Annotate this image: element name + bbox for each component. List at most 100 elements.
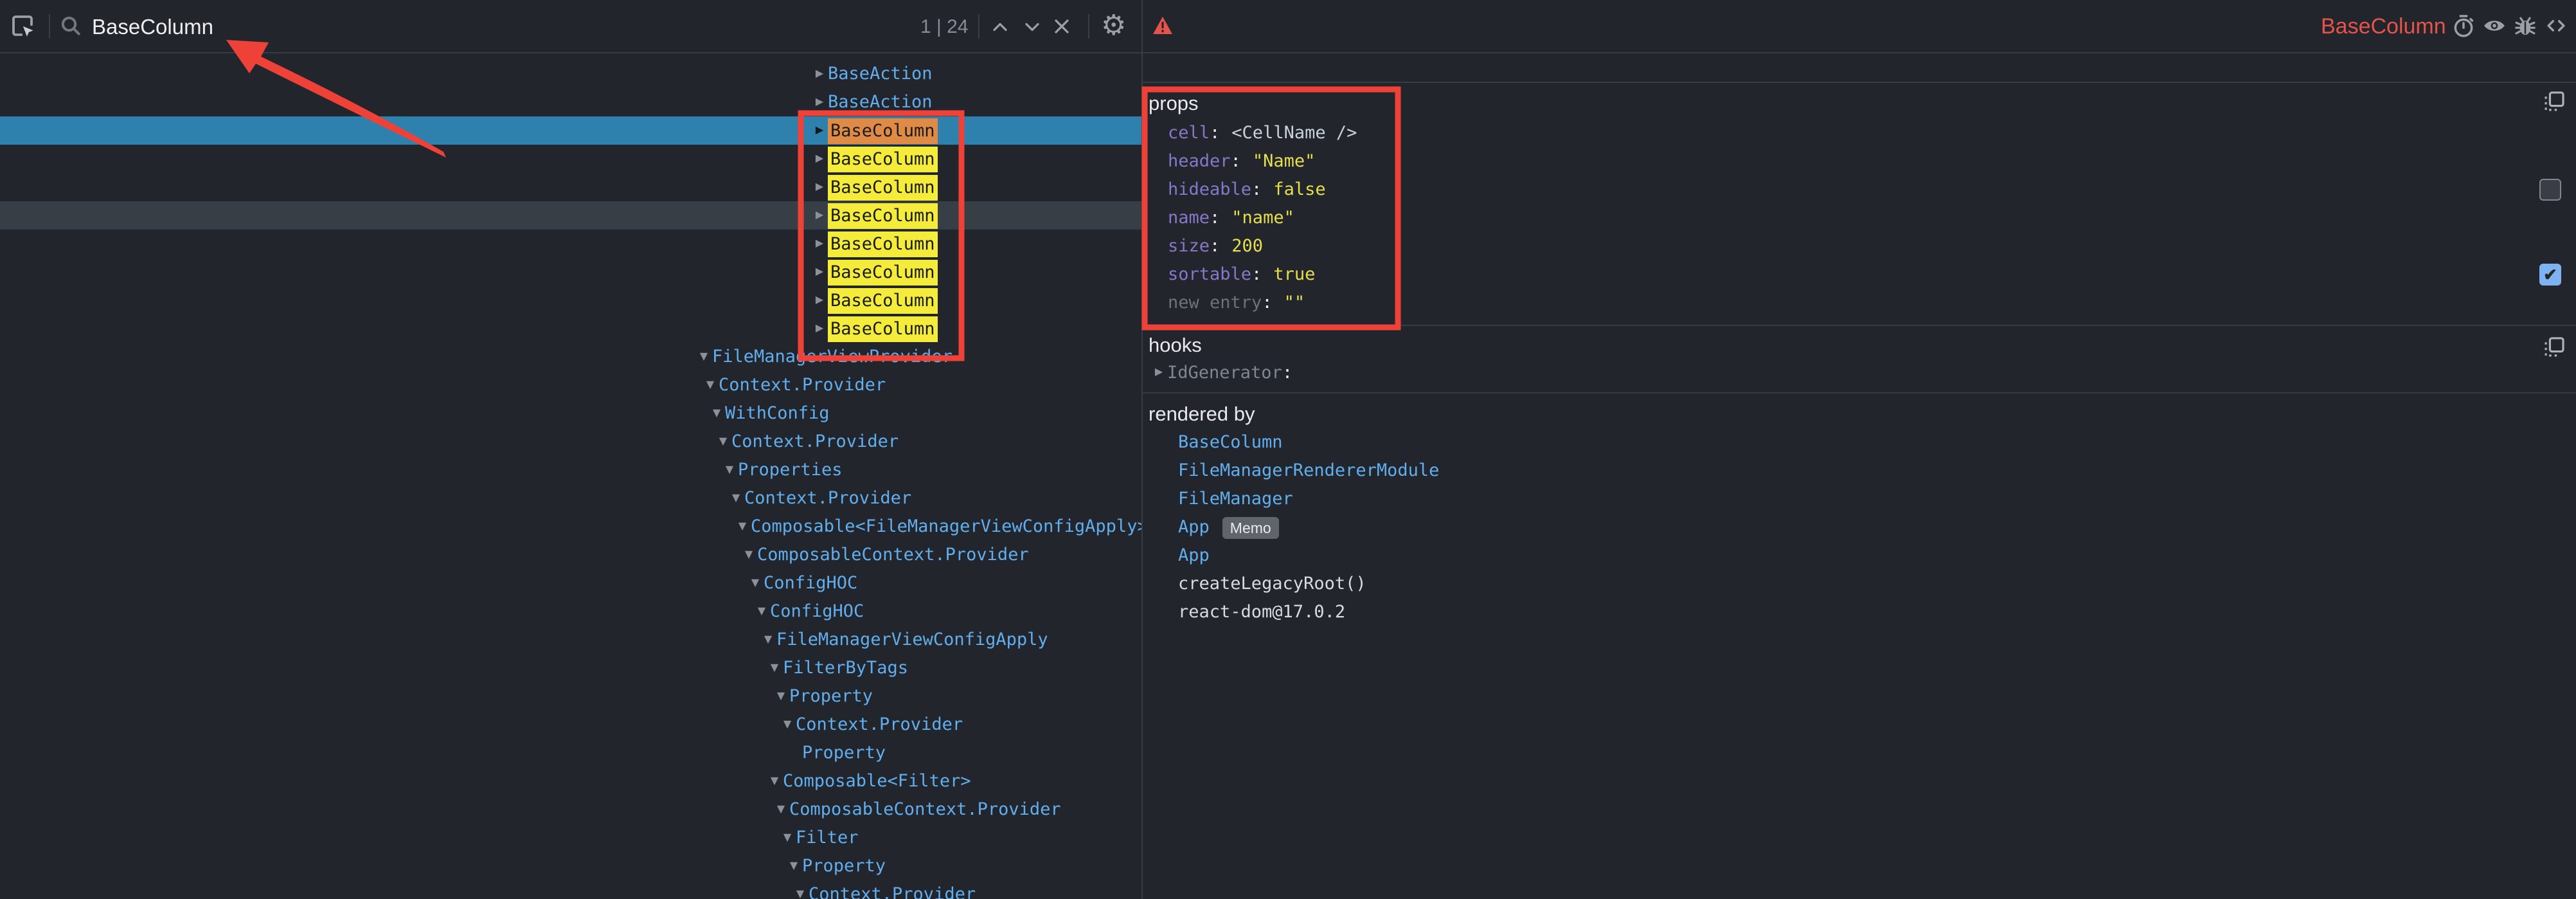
owner-link[interactable]: FileManager	[1178, 485, 1293, 513]
tree-row[interactable]: ▼Composable<Filter>	[0, 767, 1141, 795]
inspect-dom-button[interactable]	[2482, 14, 2507, 38]
chevron-expanded-icon[interactable]: ▼	[721, 456, 738, 484]
component-name: WithConfig	[725, 403, 830, 423]
prop-key: name	[1168, 208, 1210, 228]
component-name: ConfigHOC	[764, 573, 857, 593]
suspend-button[interactable]	[2451, 14, 2476, 38]
chevron-collapsed-icon[interactable]: ▶	[811, 145, 828, 172]
search-input[interactable]: BaseColumn	[92, 0, 213, 53]
chevron-collapsed-icon[interactable]: ▶	[811, 116, 828, 144]
checkbox-checked[interactable]: ✔	[2539, 264, 2561, 286]
chevron-expanded-icon[interactable]: ▼	[779, 824, 796, 851]
prop-value[interactable]: 200	[1231, 236, 1263, 256]
owner-label: FileManagerRendererModule	[1178, 460, 1439, 480]
tree-row[interactable]: ▶BaseColumn	[0, 230, 1141, 258]
view-source-button[interactable]	[2544, 14, 2568, 38]
tree-row[interactable]: ▼ComposableContext.Provider	[0, 541, 1141, 569]
hook-row[interactable]: ▶IdGenerator:	[1150, 359, 1292, 387]
owner-link[interactable]: App	[1178, 541, 1210, 570]
tree-row[interactable]: ▶BaseAction	[0, 60, 1141, 88]
settings-button[interactable]: ⚙	[1101, 9, 1126, 42]
copy-props-button[interactable]	[2541, 90, 2566, 114]
tree-row[interactable]: ▶BaseColumn	[0, 116, 1141, 145]
chevron-collapsed-icon[interactable]: ▶	[811, 314, 828, 342]
copy-hooks-button[interactable]	[2541, 336, 2566, 360]
chevron-expanded-icon[interactable]: ▼	[779, 711, 796, 738]
chevron-expanded-icon[interactable]: ▼	[734, 513, 751, 540]
tree-row[interactable]: ▼Property	[0, 682, 1141, 711]
chevron-expanded-icon[interactable]: ▼	[740, 541, 757, 568]
next-result-button[interactable]	[1021, 17, 1044, 37]
tree-row[interactable]: ▶BaseColumn	[0, 173, 1141, 201]
chevron-collapsed-icon[interactable]: ▶	[811, 258, 828, 286]
checkbox-unchecked[interactable]	[2539, 179, 2561, 201]
tree-row[interactable]: ▼Context.Provider	[0, 428, 1141, 456]
hook-name: IdGenerator	[1167, 363, 1282, 383]
chevron-expanded-icon[interactable]: ▼	[728, 484, 744, 512]
chevron-collapsed-icon[interactable]: ▶	[811, 230, 828, 257]
chevron-collapsed-icon[interactable]: ▶	[811, 201, 828, 229]
tree-row[interactable]: ▼FilterByTags	[0, 654, 1141, 682]
inspect-element-button[interactable]	[9, 12, 36, 39]
clear-search-button[interactable]	[1050, 15, 1073, 38]
tree-row[interactable]: ▼Context.Provider	[0, 484, 1141, 513]
prop-value[interactable]: ""	[1284, 293, 1305, 313]
chevron-collapsed-icon[interactable]: ▶	[811, 173, 828, 201]
prop-row: cell:<CellName />	[1168, 119, 1357, 147]
tree-row[interactable]: ▼ConfigHOC	[0, 569, 1141, 597]
chevron-expanded-icon[interactable]: ▼	[715, 428, 731, 455]
owner-link[interactable]: BaseColumn	[1178, 428, 1283, 457]
prop-value[interactable]: "name"	[1231, 208, 1294, 228]
tree-row[interactable]: ▶BaseColumn	[0, 286, 1141, 314]
chevron-expanded-icon[interactable]: ▼	[760, 626, 776, 653]
prop-colon: :	[1231, 151, 1241, 171]
chevron-expanded-icon[interactable]: ▼	[747, 569, 764, 597]
chevron-collapsed-icon[interactable]: ▶	[811, 88, 828, 116]
tree-row[interactable]: ▼FileManagerViewProvider	[0, 343, 1141, 371]
previous-result-button[interactable]	[988, 17, 1012, 37]
tree-row[interactable]: ▼Properties	[0, 456, 1141, 484]
chevron-expanded-icon[interactable]: ▼	[773, 682, 789, 710]
rendered-by-section-label: rendered by	[1149, 403, 1255, 426]
owner-link[interactable]: AppMemo	[1178, 513, 1279, 541]
prop-row: hideable:false	[1168, 176, 1326, 204]
chevron-collapsed-icon[interactable]: ▶	[1150, 358, 1167, 386]
tree-row[interactable]: ▼Property	[0, 852, 1141, 880]
chevron-expanded-icon[interactable]: ▼	[773, 795, 789, 823]
chevron-expanded-icon[interactable]: ▼	[766, 767, 783, 795]
chevron-expanded-icon[interactable]: ▼	[695, 343, 712, 370]
inspected-component-title: BaseColumn	[2321, 0, 2446, 53]
chevron-expanded-icon[interactable]: ▼	[785, 852, 802, 880]
chevron-collapsed-icon[interactable]: ▶	[811, 286, 828, 314]
component-name: BaseColumn	[828, 232, 938, 257]
tree-row[interactable]: ▼ConfigHOC	[0, 597, 1141, 626]
tree-row[interactable]: ▶BaseColumn	[0, 145, 1141, 173]
tree-row[interactable]: ▼ComposableContext.Provider	[0, 795, 1141, 824]
tree-row[interactable]: ▶BaseColumn	[0, 314, 1141, 343]
tree-row[interactable]: ▶BaseColumn	[0, 258, 1141, 286]
prop-value[interactable]: true	[1273, 264, 1315, 284]
tree-row[interactable]: ▼Filter	[0, 824, 1141, 852]
inspected-element-panel: BaseColumn	[1143, 0, 2576, 899]
tree-row[interactable]: ▶BaseColumn	[0, 201, 1141, 230]
owner-link[interactable]: FileManagerRendererModule	[1178, 457, 1439, 485]
chevron-expanded-icon[interactable]: ▼	[766, 654, 783, 682]
chevron-expanded-icon[interactable]: ▼	[792, 880, 809, 899]
owner-label: FileManager	[1178, 489, 1293, 509]
owner-label: BaseColumn	[1178, 432, 1283, 452]
tree-row[interactable]: ▼FileManagerViewConfigApply	[0, 626, 1141, 654]
tree-row[interactable]: ▼Context.Provider	[0, 371, 1141, 399]
tree-row[interactable]: ▼Composable<FileManagerViewConfigApply>	[0, 513, 1141, 541]
chevron-expanded-icon[interactable]: ▼	[708, 399, 725, 427]
tree-row[interactable]: Property	[0, 739, 1141, 767]
tree-row[interactable]: ▼Context.Provider	[0, 880, 1141, 899]
chevron-expanded-icon[interactable]: ▼	[753, 597, 770, 625]
debug-button[interactable]	[2513, 14, 2537, 38]
tree-row[interactable]: ▼Context.Provider	[0, 711, 1141, 739]
tree-row[interactable]: ▼WithConfig	[0, 399, 1141, 428]
chevron-expanded-icon[interactable]: ▼	[702, 371, 719, 399]
prop-value[interactable]: "Name"	[1253, 151, 1316, 171]
chevron-collapsed-icon[interactable]: ▶	[811, 60, 828, 87]
prop-value[interactable]: false	[1273, 179, 1325, 199]
tree-row[interactable]: ▶BaseAction	[0, 88, 1141, 116]
